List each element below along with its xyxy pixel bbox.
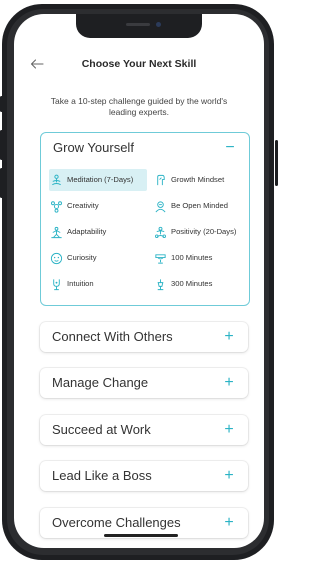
skill-label: 100 Minutes bbox=[171, 252, 213, 262]
collapse-toggle[interactable]: − bbox=[221, 133, 239, 163]
category-title: Lead Like a Boss bbox=[52, 468, 152, 483]
page-title: Choose Your Next Skill bbox=[81, 58, 197, 70]
front-camera bbox=[156, 22, 161, 27]
phone-side-button bbox=[0, 96, 3, 112]
expand-toggle[interactable]: + bbox=[220, 415, 238, 445]
skill-item-be-open-minded[interactable]: Be Open Minded bbox=[153, 195, 243, 217]
category-header[interactable]: Manage Change + bbox=[40, 368, 248, 398]
notch bbox=[76, 14, 202, 38]
skill-label: Be Open Minded bbox=[171, 200, 228, 210]
phone-side-button bbox=[0, 168, 3, 198]
adaptability-icon bbox=[49, 225, 63, 239]
skill-label: Creativity bbox=[67, 200, 99, 210]
skill-item-100-minutes[interactable]: 100 Minutes bbox=[153, 247, 243, 269]
category-title: Succeed at Work bbox=[52, 422, 151, 437]
open-minded-icon bbox=[153, 199, 167, 213]
positivity-icon bbox=[153, 225, 167, 239]
skill-label: Growth Mindset bbox=[171, 174, 225, 184]
category-header[interactable]: Lead Like a Boss + bbox=[40, 461, 248, 491]
category-card-grow-yourself: Grow Yourself − Meditation (7-Days) Grow… bbox=[40, 132, 250, 306]
skill-label: Adaptability bbox=[67, 226, 107, 236]
skill-item-intuition[interactable]: Intuition bbox=[49, 273, 147, 295]
category-title: Connect With Others bbox=[52, 329, 173, 344]
category-header[interactable]: Grow Yourself − bbox=[41, 133, 249, 163]
expand-toggle[interactable]: + bbox=[220, 368, 238, 398]
back-button[interactable] bbox=[22, 48, 52, 80]
category-title: Manage Change bbox=[52, 375, 149, 390]
speaker-grille bbox=[126, 23, 150, 26]
category-card-lead-like-a-boss[interactable]: Lead Like a Boss + bbox=[40, 461, 248, 491]
back-arrow-icon bbox=[30, 59, 44, 69]
category-title: Grow Yourself bbox=[53, 140, 134, 155]
skill-item-positivity[interactable]: Positivity (20-Days) bbox=[153, 221, 243, 243]
skill-item-creativity[interactable]: Creativity bbox=[49, 195, 147, 217]
header-bar: Choose Your Next Skill bbox=[14, 48, 264, 80]
skill-label: Positivity (20-Days) bbox=[171, 226, 237, 236]
expand-toggle[interactable]: + bbox=[220, 461, 238, 491]
skill-item-growth-mindset[interactable]: Growth Mindset bbox=[153, 169, 243, 191]
expand-toggle[interactable]: + bbox=[220, 508, 238, 538]
skill-label: Intuition bbox=[67, 278, 94, 288]
home-indicator[interactable] bbox=[104, 534, 178, 537]
creativity-icon bbox=[49, 199, 63, 213]
app-screen: Choose Your Next Skill Take a 10-step ch… bbox=[14, 14, 264, 548]
three-hundred-minutes-icon bbox=[153, 277, 167, 291]
category-card-manage-change[interactable]: Manage Change + bbox=[40, 368, 248, 398]
skill-item-300-minutes[interactable]: 300 Minutes bbox=[153, 273, 243, 295]
category-card-connect-with-others[interactable]: Connect With Others + bbox=[40, 322, 248, 352]
curiosity-icon bbox=[49, 251, 63, 265]
category-header[interactable]: Succeed at Work + bbox=[40, 415, 248, 445]
phone-side-button bbox=[0, 130, 3, 160]
intuition-icon bbox=[49, 277, 63, 291]
skill-label: Curiosity bbox=[67, 252, 97, 262]
skill-item-curiosity[interactable]: Curiosity bbox=[49, 247, 147, 269]
expand-toggle[interactable]: + bbox=[220, 322, 238, 352]
skill-item-meditation[interactable]: Meditation (7-Days) bbox=[49, 169, 147, 191]
skill-item-adaptability[interactable]: Adaptability bbox=[49, 221, 147, 243]
category-header[interactable]: Connect With Others + bbox=[40, 322, 248, 352]
growth-mindset-icon bbox=[153, 173, 167, 187]
hundred-minutes-icon bbox=[153, 251, 167, 265]
meditation-icon bbox=[49, 173, 63, 187]
intro-text: Take a 10-step challenge guided by the w… bbox=[50, 96, 228, 117]
phone-side-button bbox=[275, 140, 278, 186]
skill-label: Meditation (7-Days) bbox=[67, 174, 134, 184]
category-card-succeed-at-work[interactable]: Succeed at Work + bbox=[40, 415, 248, 445]
skill-label: 300 Minutes bbox=[171, 278, 213, 288]
